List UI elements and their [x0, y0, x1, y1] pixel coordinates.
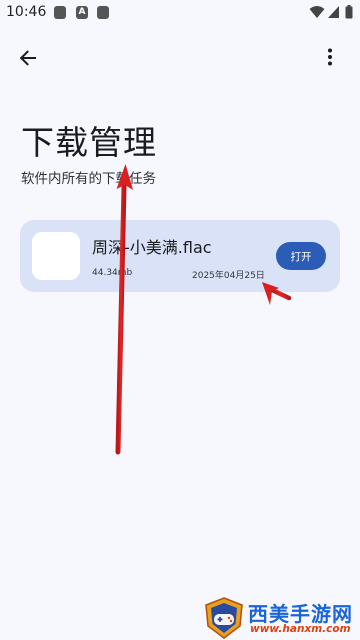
signal-icon [328, 6, 339, 18]
file-name: 周深-小美满.flac [92, 238, 212, 257]
wifi-icon [309, 6, 325, 18]
arrow-back-icon [19, 50, 36, 66]
back-button[interactable] [14, 44, 42, 72]
page-title: 下载管理 [21, 123, 157, 162]
more-options-button[interactable] [318, 45, 342, 69]
battery-icon [345, 5, 353, 19]
download-item-card[interactable]: 周深-小美满.flac 44.34mb 2025年04月25日 打开 [20, 220, 340, 292]
page-subtitle: 软件内所有的下载任务 [21, 171, 156, 187]
gamepad-logo-icon [205, 597, 243, 639]
watermark-url: www.hanxm.com [250, 623, 351, 635]
annotation-arrow-up [115, 164, 133, 455]
annotation-overlay [115, 164, 292, 455]
notification-icon [54, 6, 66, 19]
top-app-bar [0, 36, 360, 76]
open-button[interactable]: 打开 [276, 242, 326, 270]
more-vert-icon [328, 48, 332, 66]
download-date: 2025年04月25日 [192, 271, 265, 281]
file-thumbnail [32, 232, 80, 280]
notification-icon-2 [97, 6, 109, 19]
file-size: 44.34mb [92, 268, 133, 278]
status-bar: 10:46 A [0, 0, 360, 26]
status-time: 10:46 [6, 4, 47, 20]
a-notification-icon: A [76, 6, 88, 19]
watermark: 西美手游网 www.hanxm.com [202, 596, 360, 640]
